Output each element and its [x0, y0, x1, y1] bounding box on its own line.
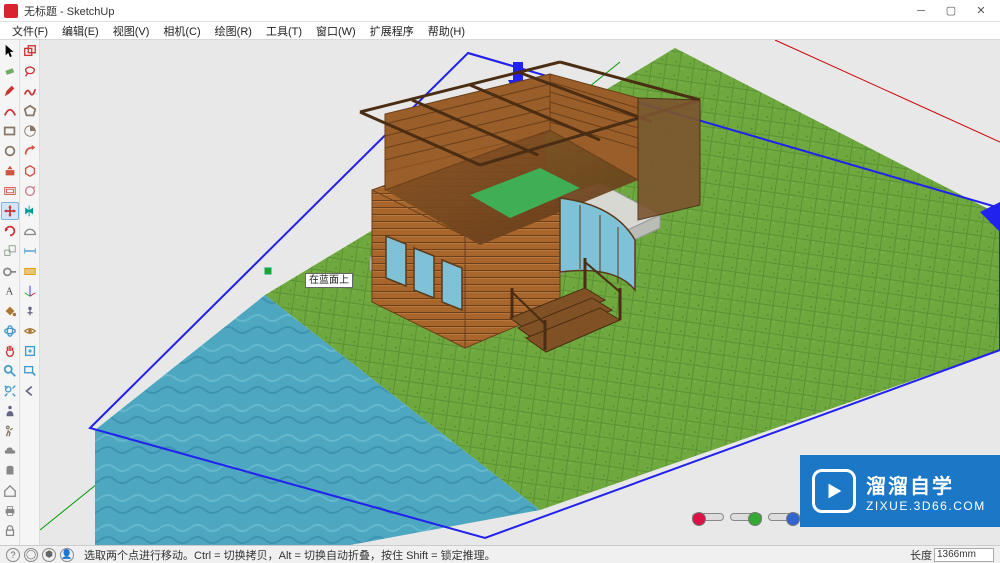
status-profile-icon[interactable]: 👤: [60, 548, 74, 562]
followme-tool[interactable]: [21, 142, 39, 160]
pie-tool[interactable]: [21, 122, 39, 140]
watermark-url: ZIXUE.3D66.COM: [866, 499, 986, 513]
move-tool[interactable]: [1, 202, 19, 220]
status-help-icon[interactable]: ?: [6, 548, 20, 562]
unlock-tool[interactable]: [1, 522, 19, 540]
polygon-tool[interactable]: [21, 102, 39, 120]
axes-tool[interactable]: [21, 282, 39, 300]
position-camera-tool[interactable]: [21, 302, 39, 320]
menu-bar: 文件(F) 编辑(E) 视图(V) 相机(C) 绘图(R) 工具(T) 窗口(W…: [0, 22, 1000, 40]
freehand-tool[interactable]: [21, 82, 39, 100]
print-tool[interactable]: [1, 502, 19, 520]
inference-point: [265, 268, 271, 274]
outershell-tool[interactable]: [21, 162, 39, 180]
axis-lock-green[interactable]: [730, 513, 762, 521]
menu-draw[interactable]: 绘图(R): [209, 22, 258, 40]
zoom-extents-tool[interactable]: [1, 382, 19, 400]
menu-view[interactable]: 视图(V): [107, 22, 156, 40]
status-geo-icon[interactable]: ⬢: [42, 548, 56, 562]
text-tool[interactable]: A: [1, 282, 19, 300]
zoomwin-tool[interactable]: [21, 362, 39, 380]
menu-camera[interactable]: 相机(C): [157, 22, 206, 40]
window-controls: ─ ▢ ✕: [906, 1, 996, 21]
walk-tool[interactable]: [1, 422, 19, 440]
eraser-tool[interactable]: [1, 62, 19, 80]
watermark-brand: 溜溜自学: [866, 470, 986, 499]
flip-tool[interactable]: [21, 202, 39, 220]
menu-extensions[interactable]: 扩展程序: [364, 22, 420, 40]
window-title: 无标题 - SketchUp: [24, 3, 906, 19]
length-input[interactable]: [934, 548, 994, 562]
status-user-icon[interactable]: ◯: [24, 548, 38, 562]
pan-tool[interactable]: [1, 342, 19, 360]
close-button[interactable]: ✕: [966, 1, 996, 21]
tape-tool[interactable]: [1, 262, 19, 280]
make-component[interactable]: [21, 42, 39, 60]
house-tool[interactable]: [1, 482, 19, 500]
axis-lock-red[interactable]: [692, 513, 724, 521]
warehouse-tool[interactable]: [1, 442, 19, 460]
menu-tools[interactable]: 工具(T): [260, 22, 308, 40]
circle-tool[interactable]: [1, 142, 19, 160]
select-tool[interactable]: [1, 42, 19, 60]
dim-tool[interactable]: [21, 242, 39, 260]
main-area: A: [0, 40, 1000, 545]
extensionwh-tool[interactable]: [21, 342, 39, 360]
watermark: 溜溜自学 ZIXUE.3D66.COM: [800, 455, 1000, 527]
menu-file[interactable]: 文件(F): [6, 22, 54, 40]
menu-window[interactable]: 窗口(W): [310, 22, 362, 40]
zoom-tool[interactable]: [1, 362, 19, 380]
paintcan-tool[interactable]: [1, 462, 19, 480]
rotate2-tool[interactable]: [21, 182, 39, 200]
toolbar-left: A: [0, 40, 20, 545]
looker-tool[interactable]: [21, 322, 39, 340]
menu-edit[interactable]: 编辑(E): [56, 22, 105, 40]
length-label: 长度: [910, 547, 932, 563]
menu-help[interactable]: 帮助(H): [422, 22, 471, 40]
play-icon: [812, 469, 856, 513]
status-bar: ? ◯ ⬢ 👤 选取两个点进行移动。Ctrl = 切换拷贝，Alt = 切换自动…: [0, 545, 1000, 563]
svg-text:A: A: [5, 287, 13, 298]
scale-tool[interactable]: [1, 242, 19, 260]
viewport[interactable]: 在蓝面上 溜溜自学 ZIXUE.3D66.COM: [40, 40, 1000, 545]
roof-overhang: [638, 98, 700, 220]
rotate-tool[interactable]: [1, 222, 19, 240]
inference-tooltip: 在蓝面上: [305, 273, 353, 288]
orbit-tool[interactable]: [1, 322, 19, 340]
rectangle-tool[interactable]: [1, 122, 19, 140]
axis-lock-blue[interactable]: [768, 513, 800, 521]
minimize-button[interactable]: ─: [906, 1, 936, 21]
toolbar-right: [20, 40, 40, 545]
section-tool[interactable]: [21, 262, 39, 280]
app-icon: [4, 4, 18, 18]
protractor-tool[interactable]: [21, 222, 39, 240]
prev-tool[interactable]: [21, 382, 39, 400]
offset-tool[interactable]: [1, 182, 19, 200]
arc-tool[interactable]: [1, 102, 19, 120]
axis-lock-toggles: [692, 513, 800, 521]
maximize-button[interactable]: ▢: [936, 1, 966, 21]
line-tool[interactable]: [1, 82, 19, 100]
pushpull-tool[interactable]: [1, 162, 19, 180]
status-hint: 选取两个点进行移动。Ctrl = 切换拷贝，Alt = 切换自动折叠，按住 Sh…: [84, 547, 910, 563]
paint-tool[interactable]: [1, 302, 19, 320]
title-bar: 无标题 - SketchUp ─ ▢ ✕: [0, 0, 1000, 22]
component-tool[interactable]: [1, 402, 19, 420]
lasso-tool[interactable]: [21, 62, 39, 80]
